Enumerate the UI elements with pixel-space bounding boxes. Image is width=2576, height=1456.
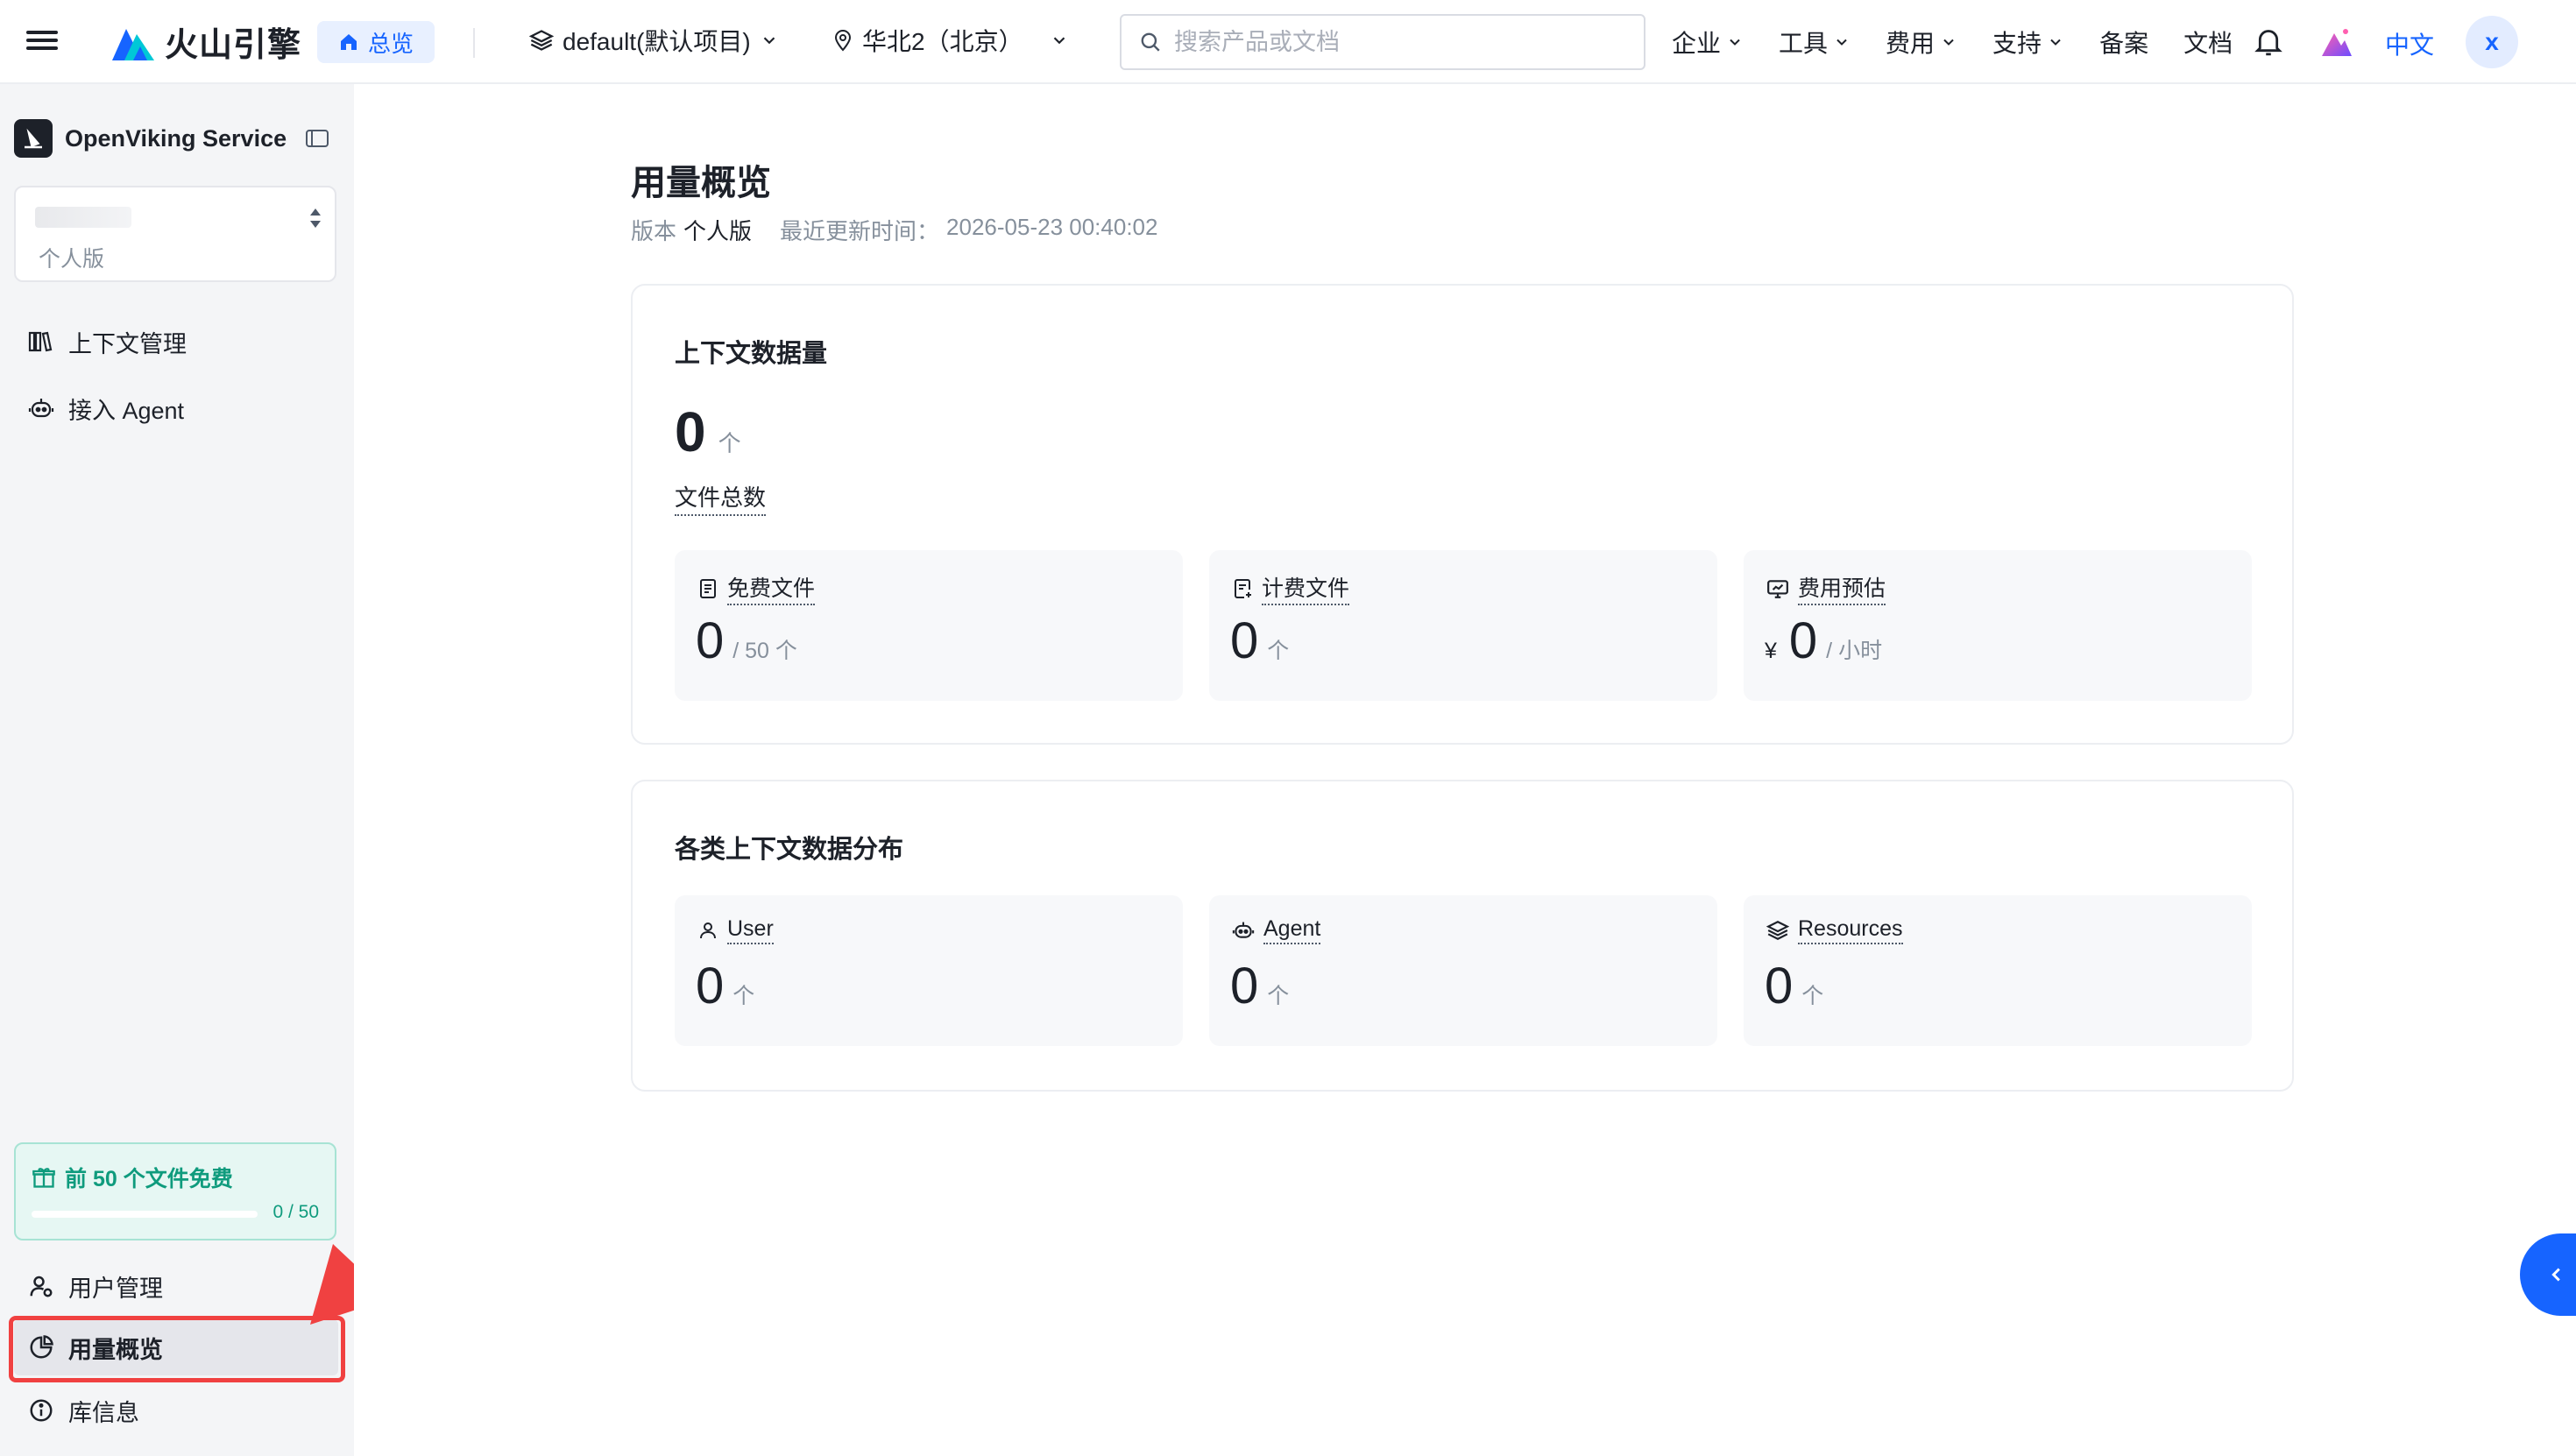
doc-icon bbox=[700, 578, 716, 598]
top-bar: 火山引擎 总览 default(默认项目) 华北2（北京） 企业 工具 费用 支… bbox=[0, 0, 2576, 84]
chevron-down-icon bbox=[2050, 39, 2061, 46]
chevron-down-icon bbox=[1730, 39, 1740, 46]
chevron-left-icon bbox=[2551, 1268, 2560, 1282]
free-quota-progress bbox=[32, 1211, 258, 1218]
chevron-down-icon bbox=[763, 37, 775, 45]
location-pin-icon bbox=[834, 30, 852, 52]
layers-icon bbox=[1766, 921, 1789, 940]
sidebar-item-context-management[interactable]: 上下文管理 bbox=[14, 314, 338, 370]
instance-edition: 个人版 bbox=[39, 247, 105, 272]
monitor-icon bbox=[1767, 579, 1788, 598]
page-meta: 版本 个人版 最近更新时间： 2026-05-23 00:40:02 bbox=[631, 214, 1157, 246]
home-icon bbox=[341, 34, 357, 50]
search-box[interactable] bbox=[1120, 14, 1645, 70]
card-title: 上下文数据量 bbox=[675, 340, 828, 368]
gift-icon bbox=[32, 1168, 55, 1188]
stat-resources: Resources 0 个 bbox=[1744, 895, 2252, 1046]
home-label: 总览 bbox=[368, 30, 414, 57]
stat-agent: Agent 0 个 bbox=[1209, 895, 1717, 1046]
updated-value: 2026-05-23 00:40:02 bbox=[946, 214, 1158, 240]
sidebar-item-usage-overview[interactable]: 用量概览 bbox=[14, 1319, 338, 1375]
brand-name: 火山引擎 bbox=[165, 27, 302, 64]
top-nav: 企业 工具 费用 支持 备案 文档 bbox=[1672, 0, 2233, 84]
chevron-down-icon bbox=[1836, 39, 1847, 46]
sidebar-item-connect-agent[interactable]: 接入 Agent bbox=[14, 380, 338, 436]
nav-support[interactable]: 支持 bbox=[1992, 25, 2064, 60]
search-icon bbox=[1141, 32, 1160, 52]
service-name: OpenViking Service bbox=[65, 124, 287, 152]
nav-enterprise[interactable]: 企业 bbox=[1672, 25, 1744, 60]
brand-logo[interactable]: 火山引擎 bbox=[110, 18, 301, 66]
books-icon bbox=[28, 331, 53, 352]
sidebar-item-user-management[interactable]: 用户管理 bbox=[14, 1258, 338, 1314]
region-selector[interactable]: 华北2（北京） bbox=[832, 23, 1069, 58]
project-selector[interactable]: default(默认项目) bbox=[529, 23, 779, 58]
layers-icon bbox=[529, 30, 554, 51]
chevron-down-icon bbox=[1943, 39, 1954, 46]
total-files-value: 0 个 bbox=[675, 400, 741, 463]
home-button[interactable]: 总览 bbox=[317, 21, 435, 63]
nav-billing[interactable]: 费用 bbox=[1886, 25, 1957, 60]
main-content: 用量概览 版本 个人版 最近更新时间： 2026-05-23 00:40:02 … bbox=[354, 84, 2576, 1456]
nav-tools[interactable]: 工具 bbox=[1779, 25, 1851, 60]
page-title: 用量概览 bbox=[631, 164, 771, 202]
volcano-logo-icon bbox=[112, 28, 154, 60]
stat-free-files: 免费文件 0 / 50 个 bbox=[675, 550, 1183, 701]
instance-selector[interactable]: 个人版 bbox=[14, 186, 336, 282]
doc-billing-icon bbox=[1235, 578, 1251, 598]
sidebar-collapse-icon[interactable] bbox=[305, 128, 329, 149]
avatar[interactable]: x bbox=[2466, 16, 2518, 68]
stat-billed-files: 计费文件 0 个 bbox=[1209, 550, 1717, 701]
sidebar-item-library-info[interactable]: 库信息 bbox=[14, 1382, 338, 1438]
region-name: 华北2（北京） bbox=[862, 28, 1023, 55]
stat-user: User 0 个 bbox=[675, 895, 1183, 1046]
language-switch[interactable]: 中文 bbox=[2385, 26, 2434, 61]
updated-label: 最近更新时间： bbox=[780, 218, 940, 244]
card-title: 各类上下文数据分布 bbox=[675, 836, 904, 864]
free-quota-banner: 前 50 个文件免费 0 / 50 bbox=[14, 1142, 336, 1240]
user-icon bbox=[700, 922, 716, 939]
edition-label: 版本 bbox=[631, 218, 677, 244]
nav-icp-filing[interactable]: 备案 bbox=[2099, 25, 2148, 60]
pie-chart-icon bbox=[30, 1335, 53, 1359]
nav-docs[interactable]: 文档 bbox=[2183, 25, 2233, 60]
bell-icon[interactable] bbox=[2254, 26, 2283, 58]
divider bbox=[473, 28, 475, 58]
chevron-down-icon bbox=[1053, 37, 1065, 45]
total-files-label[interactable]: 文件总数 bbox=[675, 480, 767, 516]
free-quota-title: 前 50 个文件免费 bbox=[65, 1167, 233, 1191]
user-settings-icon bbox=[30, 1276, 53, 1297]
sort-arrows-icon bbox=[310, 209, 321, 228]
robot-icon bbox=[28, 399, 54, 418]
search-input[interactable] bbox=[1174, 28, 1612, 56]
instance-name-redacted bbox=[35, 207, 131, 228]
menu-icon[interactable] bbox=[26, 26, 58, 58]
stat-cost-estimate: 费用预估 ¥ 0 / 小时 bbox=[1744, 550, 2252, 701]
info-icon bbox=[30, 1399, 53, 1422]
context-distribution-card: 各类上下文数据分布 User 0 个 Agent 0 个 Resources 0… bbox=[631, 780, 2294, 1092]
edition-value: 个人版 bbox=[683, 218, 753, 244]
service-header: OpenViking Service bbox=[14, 119, 287, 158]
project-name: default(默认项目) bbox=[563, 28, 751, 55]
ai-assistant-icon[interactable] bbox=[2318, 25, 2353, 60]
robot-icon bbox=[1232, 922, 1255, 938]
context-volume-card: 上下文数据量 0 个 文件总数 免费文件 0 / 50 个 计费文件 0 个 费… bbox=[631, 284, 2294, 745]
service-logo-icon bbox=[14, 119, 53, 158]
